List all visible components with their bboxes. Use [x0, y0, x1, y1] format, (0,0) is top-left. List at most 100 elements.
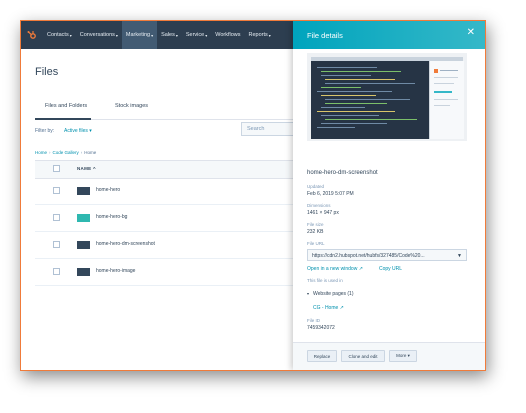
active-tab-indicator — [35, 118, 91, 120]
dimensions-label: Dimensions — [307, 203, 331, 208]
updated-value: Feb 6, 2019 5:07 PM — [307, 191, 354, 197]
chevron-down-icon: ▼ — [457, 253, 462, 259]
preview-code-line — [321, 107, 365, 108]
filesize-value: 232 KB — [307, 229, 324, 235]
row-checkbox[interactable] — [53, 214, 60, 221]
preview-text-line — [434, 105, 450, 106]
preview-code-line — [321, 95, 376, 96]
preview-code-line — [321, 71, 401, 72]
chevron-down-icon: ▾ — [205, 32, 208, 38]
preview-code-line — [317, 127, 355, 128]
preview-code-line — [321, 87, 361, 88]
preview-code-line — [325, 79, 395, 80]
copy-url-link[interactable]: Copy URL — [379, 266, 402, 272]
file-id-label: File ID — [307, 318, 321, 323]
table-row[interactable]: home-hero — [35, 178, 293, 205]
filesize-label: File size — [307, 222, 324, 227]
preview-code-line — [325, 83, 415, 84]
website-pages-toggle[interactable]: ▾ Website pages (1) — [307, 291, 354, 297]
clone-and-edit-button[interactable]: Clone and edit — [341, 350, 385, 362]
file-preview-image — [307, 53, 467, 141]
breadcrumb-code-gallery[interactable]: Code Gallery — [53, 150, 79, 155]
nav-item-marketing[interactable]: Marketing ▾ — [121, 21, 158, 49]
nav-item-workflows[interactable]: Workflows — [211, 21, 244, 49]
file-name[interactable]: home-hero-dm-screenshot — [96, 241, 155, 247]
select-all-checkbox[interactable] — [53, 165, 60, 172]
file-thumbnail — [77, 214, 90, 222]
nav-item-conversations[interactable]: Conversations ▾ — [76, 21, 122, 49]
nav-item-service[interactable]: Service ▾ — [182, 21, 211, 49]
external-link-icon: ↗ — [358, 266, 363, 272]
breadcrumb: Home › Code Gallery › Home — [35, 150, 96, 155]
chevron-down-icon: ▾ — [69, 32, 72, 38]
file-name[interactable]: home-hero-bg — [96, 214, 127, 220]
file-id-value: 7459342072 — [307, 325, 335, 331]
file-name[interactable]: home-hero-image — [96, 268, 135, 274]
used-in-label: This file is used in — [307, 278, 343, 283]
hubspot-logo-icon[interactable] — [21, 21, 43, 49]
breadcrumb-current: Home — [84, 150, 97, 155]
name-column-header[interactable]: NAME ^ — [77, 166, 96, 171]
table-header: NAME ^ — [35, 160, 293, 179]
updated-label: Updated — [307, 184, 325, 189]
preview-code-line — [321, 75, 371, 76]
preview-code-line — [325, 119, 417, 120]
tab-stock-images[interactable]: Stock images — [115, 103, 148, 109]
table-row[interactable]: home-hero-bg — [35, 205, 293, 232]
chevron-down-icon: ▾ — [175, 32, 178, 38]
close-icon[interactable]: ✕ — [467, 28, 475, 38]
file-name-title: home-hero-dm-screenshot — [307, 170, 378, 176]
preview-accent — [434, 91, 452, 93]
open-new-window-link[interactable]: Open in a new window ↗ — [307, 266, 363, 272]
breadcrumb-separator: › — [80, 150, 83, 155]
tab-files-and-folders[interactable]: Files and Folders — [45, 103, 87, 109]
preview-code-line — [321, 115, 379, 116]
dimensions-value: 1461 × 947 px — [307, 210, 339, 216]
row-checkbox[interactable] — [53, 187, 60, 194]
chevron-down-icon: ▾ — [307, 291, 310, 296]
row-checkbox[interactable] — [53, 241, 60, 248]
nav-item-reports[interactable]: Reports ▾ — [245, 21, 275, 49]
breadcrumb-home[interactable]: Home — [35, 150, 47, 155]
tab-bar: Files and Folders Stock images — [35, 97, 293, 120]
chevron-down-icon: ▾ — [115, 32, 118, 38]
top-navigation: Contacts ▾ Conversations ▾ Marketing ▾ Sale… — [21, 21, 293, 49]
file-url-select[interactable]: https://cdn2.hubspot.net/hubfs/327485/Co… — [307, 249, 467, 261]
table-row[interactable]: home-hero-dm-screenshot — [35, 232, 293, 259]
preview-code-line — [317, 91, 392, 92]
preview-code-line — [325, 103, 387, 104]
files-main-area: Files Files and Folders Stock images Fil… — [21, 49, 293, 370]
file-name[interactable]: home-hero — [96, 187, 120, 193]
panel-footer: Replace Clone and edit More ▾ — [293, 342, 485, 370]
panel-title: File details — [307, 31, 343, 40]
preview-sidebar — [429, 61, 464, 139]
external-link-icon: ↗ — [339, 305, 344, 311]
preview-code-line — [317, 67, 377, 68]
app-window: Contacts ▾ Conversations ▾ Marketing ▾ Sale… — [20, 20, 486, 371]
chevron-down-icon: ▾ — [268, 32, 271, 38]
more-button[interactable]: More ▾ — [389, 350, 417, 362]
preview-text-line — [434, 77, 458, 78]
page-title: Files — [35, 66, 59, 78]
filter-dropdown[interactable]: Active files ▾ — [64, 128, 92, 134]
file-thumbnail — [77, 187, 90, 195]
fileurl-label: File URL — [307, 241, 325, 246]
file-url-value: https://cdn2.hubspot.net/hubfs/327485/Co… — [312, 253, 425, 259]
nav-item-contacts[interactable]: Contacts ▾ — [43, 21, 76, 49]
file-thumbnail — [77, 268, 90, 276]
preview-code-editor — [311, 61, 429, 139]
nav-item-sales[interactable]: Sales ▾ — [157, 21, 182, 49]
page-link-cg-home[interactable]: CG - Home ↗ — [313, 305, 344, 311]
preview-text-line — [434, 99, 458, 100]
preview-text-line — [434, 83, 454, 84]
row-checkbox[interactable] — [53, 268, 60, 275]
breadcrumb-separator: › — [49, 150, 51, 155]
preview-code-line — [325, 99, 410, 100]
table-row[interactable]: home-hero-image — [35, 259, 293, 286]
preview-text-line — [440, 70, 458, 71]
file-details-panel: File details ✕ home-hero-dm-screenshot U… — [293, 21, 485, 370]
search-input[interactable]: Search — [241, 122, 293, 136]
preview-code-line — [321, 123, 387, 124]
file-thumbnail — [77, 241, 90, 249]
replace-button[interactable]: Replace — [307, 350, 337, 362]
